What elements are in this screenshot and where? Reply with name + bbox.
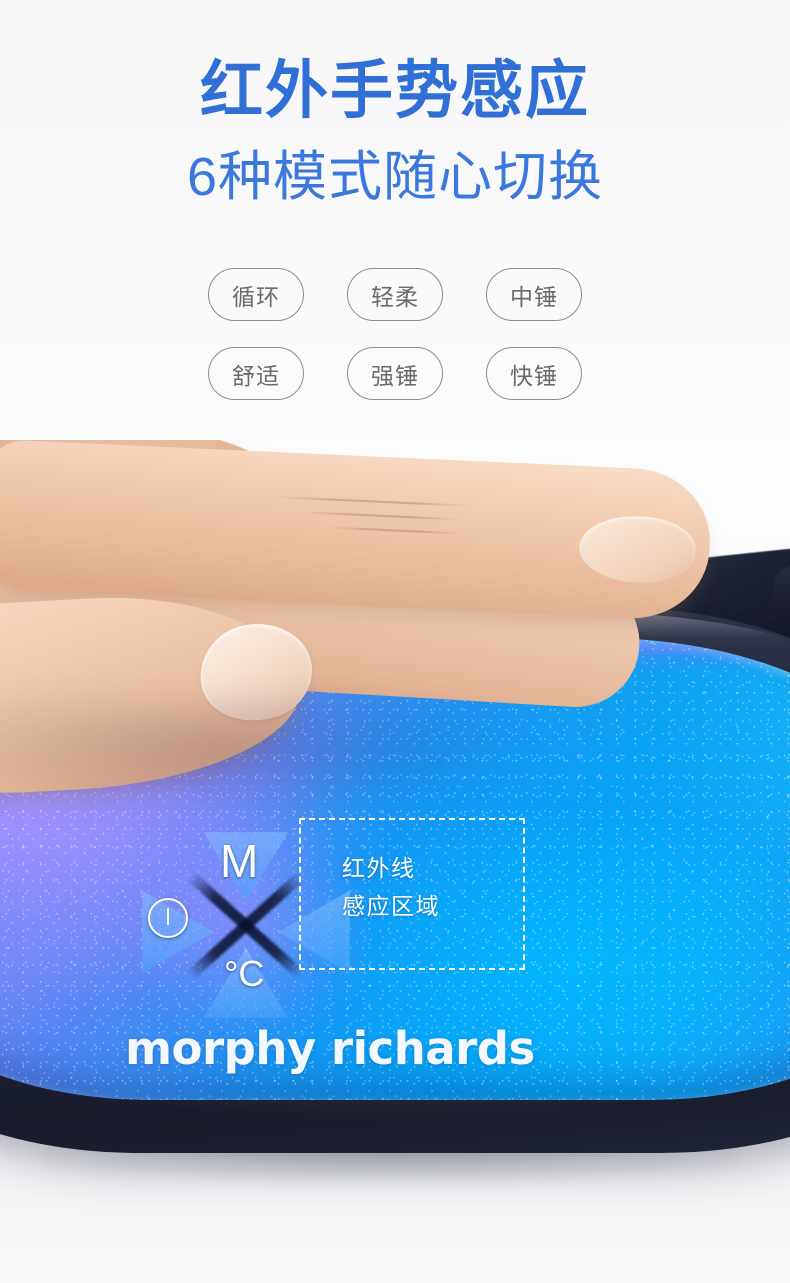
page-subtitle: 6种模式随心切换 xyxy=(186,147,604,207)
page-title: 红外手势感应 xyxy=(200,56,590,126)
infrared-zone-callout: 红外线 感应区域 xyxy=(299,818,525,970)
index-finger xyxy=(0,438,714,622)
infrared-callout-line-1: 红外线 xyxy=(342,855,416,881)
infrared-callout-line-2: 感应区域 xyxy=(342,892,440,919)
mode-pill-xunhuan[interactable]: 循环 xyxy=(208,268,304,321)
header-section: 红外手势感应 6种模式随心切换 循环 轻柔 中锤 舒适 强锤 快锤 xyxy=(0,0,790,440)
brand-wordmark: morphy richards xyxy=(125,1022,535,1075)
product-feature-page: M °C 红外线 感应区域 morphy richards 红外手势感应 6种模… xyxy=(0,0,790,1283)
mode-pill-kuaichui[interactable]: 快锤 xyxy=(486,347,582,400)
mode-pill-shushi[interactable]: 舒适 xyxy=(208,347,304,400)
mode-pill-qingrou[interactable]: 轻柔 xyxy=(347,268,443,321)
mode-pill-zhongchui[interactable]: 中锤 xyxy=(486,268,582,321)
hand-contact-shadow xyxy=(0,700,540,820)
mode-pill-row-2: 舒适 强锤 快锤 xyxy=(208,347,582,400)
mode-pill-grid: 循环 轻柔 中锤 舒适 强锤 快锤 xyxy=(0,268,790,400)
mode-pill-row-1: 循环 轻柔 中锤 xyxy=(208,268,582,321)
mode-pill-qiangchui[interactable]: 强锤 xyxy=(347,347,443,400)
